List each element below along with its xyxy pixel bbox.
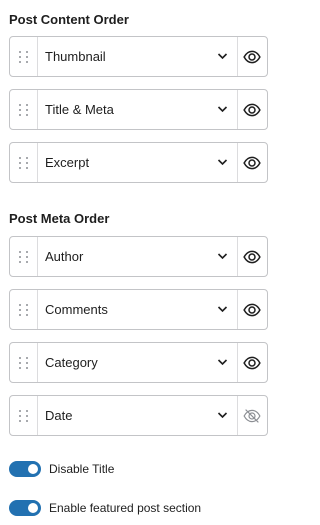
toggle-knob xyxy=(28,503,38,513)
eye-icon[interactable] xyxy=(243,354,261,372)
toggle-label: Enable featured post section xyxy=(49,501,202,515)
drag-handle-icon[interactable] xyxy=(10,343,38,382)
drag-handle-icon[interactable] xyxy=(10,290,38,329)
order-row-date: Date xyxy=(9,395,268,436)
toggle-knob xyxy=(28,464,38,474)
toggle-row-featured-post: Enable featured post section xyxy=(9,499,201,517)
select-label: Title & Meta xyxy=(45,102,114,117)
select-label: Author xyxy=(45,249,84,264)
chevron-down-icon xyxy=(217,253,228,260)
select-label: Excerpt xyxy=(45,155,90,170)
chevron-down-icon xyxy=(217,412,228,419)
enable-featured-post-toggle[interactable] xyxy=(9,500,41,516)
select-comments[interactable]: Comments xyxy=(37,290,238,329)
select-label: Comments xyxy=(45,302,108,317)
post-meta-order-title: Post Meta Order xyxy=(9,211,110,226)
select-label: Date xyxy=(45,408,73,423)
order-row-category: Category xyxy=(9,342,268,383)
select-category[interactable]: Category xyxy=(37,343,238,382)
order-row-thumbnail: Thumbnail xyxy=(9,36,268,77)
select-excerpt[interactable]: Excerpt xyxy=(37,143,238,182)
eye-off-icon[interactable] xyxy=(243,407,261,425)
select-author[interactable]: Author xyxy=(37,237,238,276)
select-label: Thumbnail xyxy=(45,49,106,64)
chevron-down-icon xyxy=(217,53,228,60)
chevron-down-icon xyxy=(217,106,228,113)
drag-handle-icon[interactable] xyxy=(10,37,38,76)
order-row-author: Author xyxy=(9,236,268,277)
chevron-down-icon xyxy=(217,159,228,166)
eye-icon[interactable] xyxy=(243,101,261,119)
post-content-order-title: Post Content Order xyxy=(9,12,129,27)
drag-handle-icon[interactable] xyxy=(10,396,38,435)
order-row-comments: Comments xyxy=(9,289,268,330)
select-label: Category xyxy=(45,355,98,370)
eye-icon[interactable] xyxy=(243,301,261,319)
disable-title-toggle[interactable] xyxy=(9,461,41,477)
order-row-excerpt: Excerpt xyxy=(9,142,268,183)
drag-handle-icon[interactable] xyxy=(10,237,38,276)
eye-icon[interactable] xyxy=(243,48,261,66)
chevron-down-icon xyxy=(217,306,228,313)
chevron-down-icon xyxy=(217,359,228,366)
eye-icon[interactable] xyxy=(243,154,261,172)
select-date[interactable]: Date xyxy=(37,396,238,435)
toggle-label: Disable Title xyxy=(49,462,115,476)
drag-handle-icon[interactable] xyxy=(10,143,38,182)
eye-icon[interactable] xyxy=(243,248,261,266)
drag-handle-icon[interactable] xyxy=(10,90,38,129)
toggle-row-disable-title: Disable Title xyxy=(9,460,114,478)
select-title-meta[interactable]: Title & Meta xyxy=(37,90,238,129)
order-row-title-meta: Title & Meta xyxy=(9,89,268,130)
select-thumbnail[interactable]: Thumbnail xyxy=(37,37,238,76)
